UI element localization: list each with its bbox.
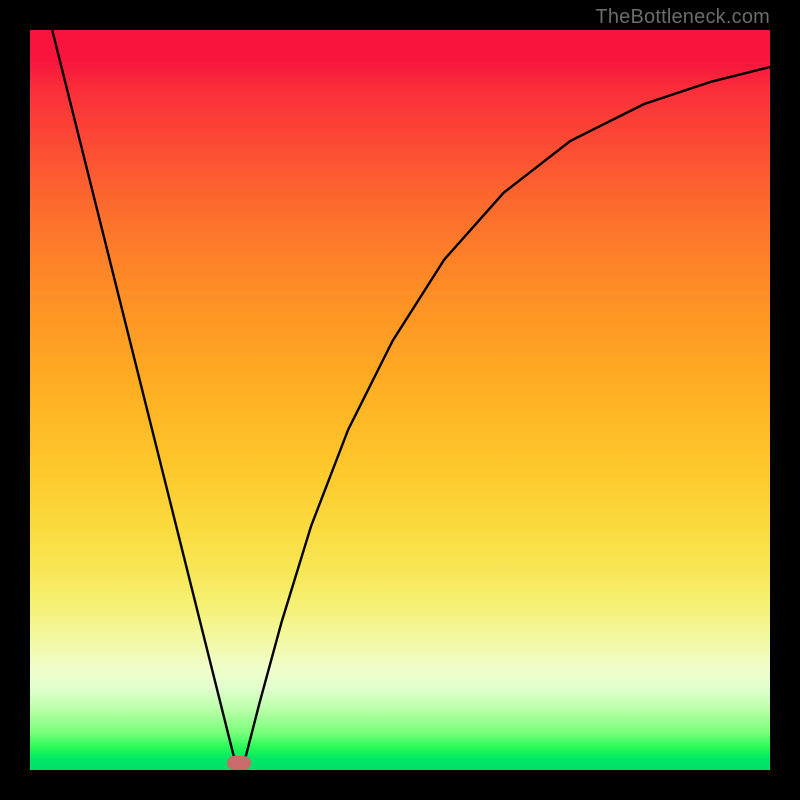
min-marker xyxy=(227,756,251,770)
plot-area xyxy=(30,30,770,770)
curve-path xyxy=(52,30,770,766)
curve-layer xyxy=(30,30,770,770)
chart-container: TheBottleneck.com xyxy=(0,0,800,800)
watermark-text: TheBottleneck.com xyxy=(595,6,770,29)
